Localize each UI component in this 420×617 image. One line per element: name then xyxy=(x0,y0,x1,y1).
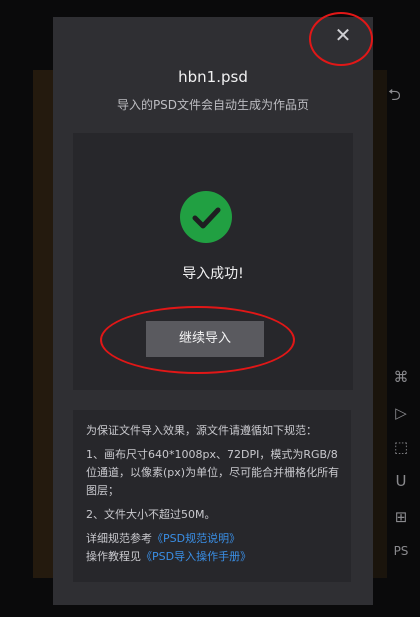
psd-spec-link[interactable]: 《PSD规范说明》 xyxy=(152,532,240,545)
import-success-text: 导入成功! xyxy=(182,266,244,282)
tutorial-prefix: 操作教程见 xyxy=(86,550,141,563)
undo-icon: ⮌ xyxy=(388,85,401,104)
close-button[interactable]: ✕ xyxy=(331,23,355,47)
grid-icon: ⊞ xyxy=(394,508,408,526)
import-rules-panel: 为保证文件导入效果，源文件请遵循如下规范： 1、画布尺寸640*1008px、7… xyxy=(73,410,351,582)
import-psd-dialog: ✕ hbn1.psd 导入的PSD文件会自动生成为作品页 导入成功! 继续导入 … xyxy=(53,17,373,605)
tutorial-reference: 操作教程见《PSD导入操作手册》 xyxy=(86,548,344,566)
ps-icon: PS xyxy=(393,544,409,558)
dialog-subtitle: 导入的PSD文件会自动生成为作品页 xyxy=(116,98,310,112)
rule-file-size: 2、文件大小不超过50M。 xyxy=(86,508,216,521)
play-icon: ▷ xyxy=(395,404,407,422)
background-left-strip xyxy=(33,70,55,578)
check-circle-icon xyxy=(180,191,232,243)
import-result-panel: 导入成功! 继续导入 xyxy=(73,133,353,390)
crop-icon: ⌘ xyxy=(393,368,409,386)
psd-tutorial-link[interactable]: 《PSD导入操作手册》 xyxy=(141,550,251,563)
continue-import-button[interactable]: 继续导入 xyxy=(146,321,264,357)
spec-prefix: 详细规范参考 xyxy=(86,532,152,545)
rule-canvas-size: 1、画布尺寸640*1008px、72DPI，模式为RGB/8位通道，以像素(p… xyxy=(86,448,340,497)
background-toolbar: ⌘ ▷ ⬚ U ⊞ PS xyxy=(386,360,416,570)
resize-icon: ⬚ xyxy=(393,438,409,456)
magnet-icon: U xyxy=(395,472,407,490)
rules-intro: 为保证文件导入效果，源文件请遵循如下规范： xyxy=(86,424,317,437)
spec-reference: 详细规范参考《PSD规范说明》 xyxy=(86,530,344,548)
file-name: hbn1.psd xyxy=(178,68,248,86)
